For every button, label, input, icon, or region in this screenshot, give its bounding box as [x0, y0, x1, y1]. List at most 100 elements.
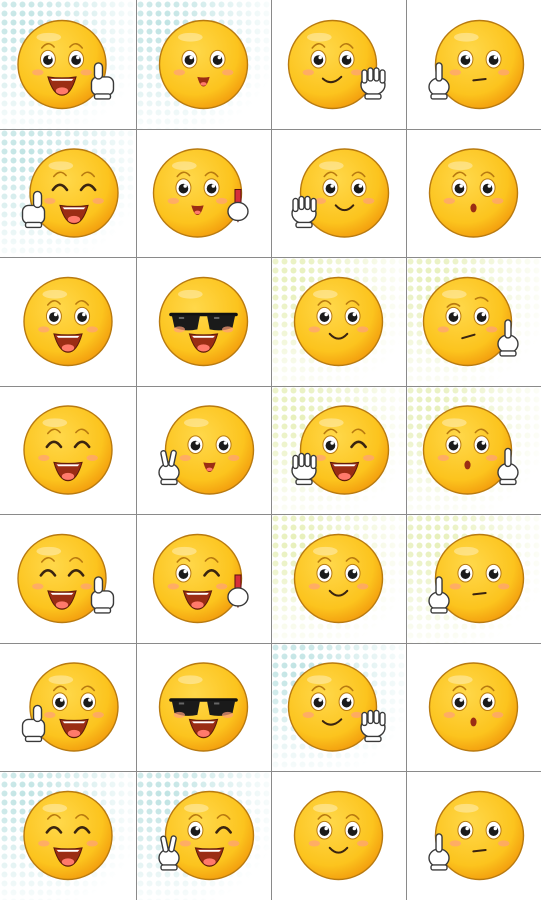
emoji-card-smile[interactable] — [271, 257, 406, 386]
eye — [445, 435, 462, 455]
emoji-card-happy-closed-eyes[interactable] — [0, 129, 136, 257]
face-circle — [299, 148, 390, 238]
emoji-card-wink-grin[interactable] — [136, 771, 271, 900]
tongue — [197, 729, 210, 737]
eye — [485, 820, 502, 840]
emoji-card-smile[interactable] — [271, 514, 406, 643]
eye — [350, 178, 367, 198]
face-highlight — [312, 289, 338, 299]
cheek — [32, 583, 44, 590]
cheek — [485, 454, 498, 461]
emoji-face — [158, 276, 249, 367]
face-circle — [158, 19, 249, 110]
tongue — [61, 344, 75, 352]
teeth — [62, 721, 86, 724]
eye — [175, 178, 192, 198]
eye — [51, 692, 68, 712]
face-highlight — [441, 418, 467, 428]
face-highlight — [42, 418, 68, 428]
mouth-o — [470, 203, 477, 213]
emoji-card-surprised-o[interactable] — [406, 643, 541, 771]
cheek — [308, 840, 321, 847]
face-highlight — [183, 803, 209, 813]
emoji-card-smirk-smile[interactable] — [271, 643, 406, 771]
cheek — [491, 711, 504, 718]
eye — [209, 49, 226, 69]
eye — [473, 306, 490, 326]
emoji-card-smile[interactable] — [271, 771, 406, 900]
face-highlight — [177, 289, 203, 299]
tongue — [61, 858, 75, 866]
emoji-card-smirk-smile[interactable] — [271, 0, 406, 129]
cheek — [449, 840, 462, 847]
cheek — [38, 454, 50, 461]
emoji-card-neutral[interactable] — [406, 514, 541, 643]
cheek — [167, 197, 180, 204]
eye — [316, 820, 333, 840]
cheek — [80, 69, 92, 76]
emoji-card-happy-closed-eyes[interactable] — [0, 514, 136, 643]
emoji-card-wink-grin[interactable] — [271, 386, 406, 514]
face-highlight — [171, 161, 197, 171]
eye — [74, 306, 91, 326]
face-highlight — [453, 546, 479, 556]
emoji-card-happy-closed-eyes[interactable] — [0, 386, 136, 514]
emoji-card-slight-smile[interactable] — [271, 129, 406, 257]
eye — [451, 178, 468, 198]
teeth — [50, 592, 74, 595]
eye — [485, 49, 502, 69]
face-circle — [428, 148, 519, 238]
face-highlight — [312, 803, 338, 813]
eye — [215, 435, 232, 455]
cheek — [497, 840, 510, 847]
emoji-card-surprised-smile[interactable] — [136, 129, 271, 257]
emoji-face — [23, 276, 113, 367]
eye — [344, 820, 361, 840]
emoji-card-sunglasses-grin[interactable] — [136, 643, 271, 771]
grid-divider-horizontal — [0, 643, 541, 644]
face-highlight — [48, 161, 74, 171]
emoji-face — [29, 148, 119, 238]
emoji-card-laugh-smile[interactable] — [0, 643, 136, 771]
cheek — [86, 454, 98, 461]
eye — [479, 692, 496, 712]
eye — [322, 178, 339, 198]
grid-divider-horizontal — [0, 514, 541, 515]
emoji-card-surprised-o[interactable] — [406, 386, 541, 514]
emoji-face — [152, 533, 243, 624]
emoji-face — [434, 533, 525, 624]
emoji-card-surprised-o[interactable] — [406, 129, 541, 257]
emoji-card-sunglasses-grin[interactable] — [136, 257, 271, 386]
tongue — [61, 472, 75, 480]
emoji-face — [422, 405, 513, 495]
grid-divider-horizontal — [0, 257, 541, 258]
emoji-face — [158, 19, 249, 110]
face-highlight — [183, 418, 209, 428]
emoji-face — [23, 790, 113, 881]
emoji-card-doubtful[interactable] — [406, 257, 541, 386]
emoji-card-open-smile[interactable] — [136, 386, 271, 514]
cheek — [362, 454, 375, 461]
tongue — [67, 215, 81, 223]
eye — [457, 49, 474, 69]
emoji-card-laugh-smile[interactable] — [0, 0, 136, 129]
emoji-card-neutral[interactable] — [406, 0, 541, 129]
emoji-card-wink-grin[interactable] — [136, 514, 271, 643]
teeth — [56, 335, 80, 338]
emoji-face — [158, 662, 249, 752]
eye — [310, 692, 327, 712]
teeth — [333, 464, 356, 467]
emoji-card-open-smile[interactable] — [136, 0, 271, 129]
face-highlight — [171, 546, 197, 556]
cheek — [80, 583, 92, 590]
face-highlight — [42, 289, 68, 299]
cheek — [449, 583, 462, 590]
mouth-flat — [472, 592, 487, 596]
cheek — [173, 711, 186, 718]
eye — [187, 820, 204, 840]
face-circle — [434, 533, 525, 624]
cheek — [497, 69, 510, 76]
emoji-card-neutral[interactable] — [406, 771, 541, 900]
emoji-card-laugh-smile[interactable] — [0, 257, 136, 386]
emoji-card-happy-closed-eyes[interactable] — [0, 771, 136, 900]
